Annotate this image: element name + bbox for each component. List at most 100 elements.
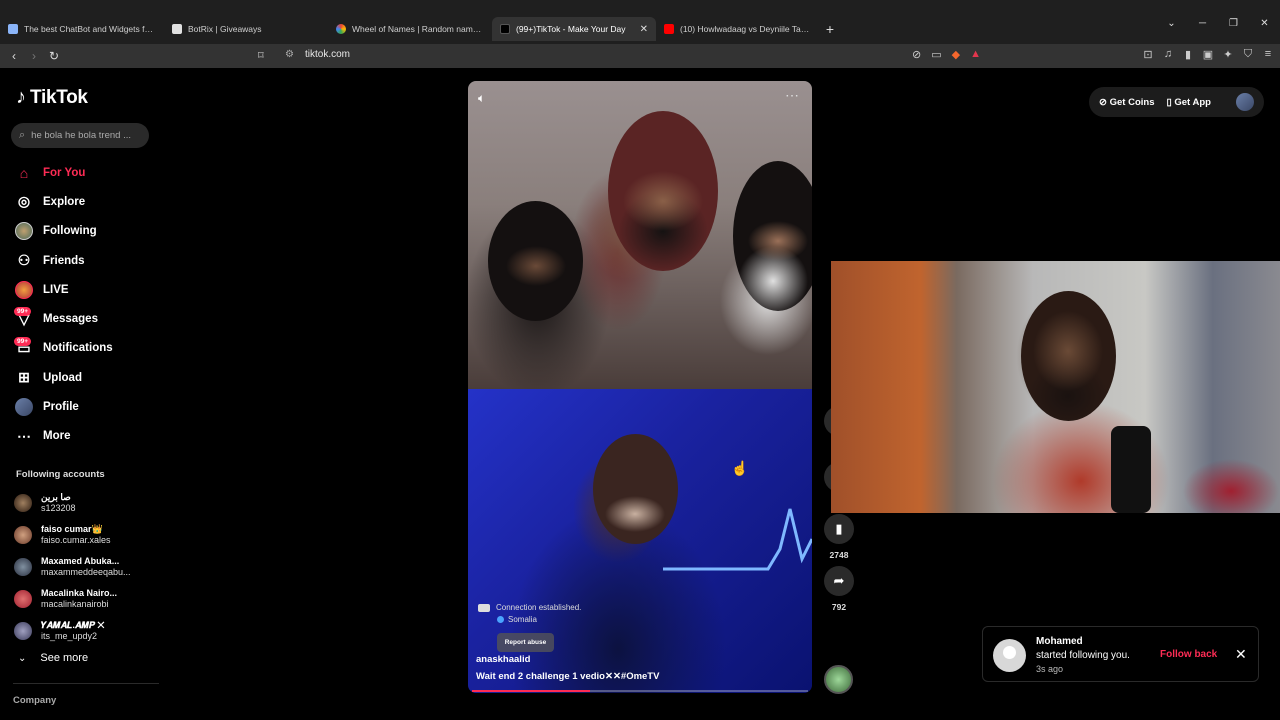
country-dot-icon <box>497 616 504 624</box>
sidebar-item-label: For You <box>43 166 86 179</box>
video-top-frame <box>468 81 812 389</box>
following-account[interactable]: faiso cumar👑 faiso.cumar.xales <box>14 519 131 551</box>
following-account[interactable]: صا برين s123208 <box>14 487 131 519</box>
face-left <box>488 201 583 321</box>
sidebar-item-notifications[interactable]: ▭ 99+ Notifications <box>14 334 113 363</box>
sidebar-item-profile[interactable]: Profile <box>14 392 113 421</box>
browser-tab-3[interactable]: Wheel of Names | Random name pic <box>328 17 492 41</box>
sidebar-item-explore[interactable]: ◎ Explore <box>14 187 113 216</box>
close-icon[interactable]: ✕ <box>1235 646 1247 663</box>
minimize-icon[interactable]: ─ <box>1187 18 1218 29</box>
maximize-icon[interactable]: ❐ <box>1218 18 1249 29</box>
tab-title: BotRix | Giveaways <box>188 24 262 34</box>
menu-icon[interactable]: ≡ <box>1262 48 1274 61</box>
see-more-button[interactable]: ⌄ See more <box>18 652 88 664</box>
video-author[interactable]: anaskhaalid <box>476 654 530 665</box>
sidebar-item-label: Explore <box>43 195 86 208</box>
account-handle: faiso.cumar.xales <box>41 535 111 545</box>
music-disc-icon[interactable] <box>824 665 853 694</box>
new-tab-button[interactable]: + <box>820 17 840 41</box>
share-action[interactable]: ➦ 792 <box>822 566 856 612</box>
search-box[interactable]: ⌕ <box>11 123 149 148</box>
video-player[interactable]: 🔈︎ ⋯ Connection established. Somalia Rep… <box>468 81 812 693</box>
more-icon: ⋯ <box>17 427 31 444</box>
leo-ai-icon[interactable]: ✦ <box>1222 48 1234 61</box>
browser-tab-4-active[interactable]: (99+)TikTok - Make Your Day ✕ <box>492 17 656 41</box>
sidebar-item-for-you[interactable]: ⌂ For You <box>14 158 113 187</box>
window-controls: ⌄ ─ ❐ ✕ <box>1156 18 1280 29</box>
favicon-icon <box>336 24 346 34</box>
video-progress-bar[interactable] <box>472 690 808 692</box>
sidebar-item-label: Upload <box>43 371 82 384</box>
flag-icon <box>478 603 490 612</box>
sidebar-item-label: Following <box>43 225 97 238</box>
avatar <box>14 494 32 512</box>
forward-icon[interactable]: › <box>24 49 44 63</box>
reload-icon[interactable]: ↻ <box>44 49 64 63</box>
save-action[interactable]: ▮ 2748 <box>822 514 856 560</box>
following-avatar-icon <box>14 221 34 241</box>
cast-icon[interactable]: ▭ <box>931 48 941 61</box>
no-translate-icon[interactable]: ⊘ <box>912 48 921 61</box>
browser-tab-5[interactable]: (10) Howlwadaag vs Deyniile Tartank <box>656 17 820 41</box>
account-name: صا برين <box>41 492 71 502</box>
sidebar-item-upload[interactable]: ⊞ Upload <box>14 363 113 392</box>
account-name: Maxamed Abuka... <box>41 556 120 566</box>
share-icon: ➦ <box>824 566 854 596</box>
address-bar-icons: ⊘ ▭ ◆ ▲ <box>912 48 981 61</box>
sidebar-item-label: Friends <box>43 254 85 267</box>
vpn-icon[interactable]: ⛉ <box>1242 48 1254 61</box>
browser-tab-2[interactable]: BotRix | Giveaways <box>164 17 328 41</box>
back-icon[interactable]: ‹ <box>4 49 24 63</box>
connection-status: Connection established. <box>478 603 581 612</box>
get-app-button[interactable]: ▯ Get App <box>1166 97 1210 108</box>
search-input[interactable] <box>31 130 140 141</box>
volume-icon[interactable]: 🔈︎ <box>478 91 485 106</box>
upload-icon: ⊞ <box>18 369 30 386</box>
user-avatar[interactable] <box>1236 93 1254 111</box>
brave-rewards-icon[interactable]: ▲ <box>970 48 981 61</box>
url-text[interactable]: tiktok.com <box>305 49 350 60</box>
tiktok-logo[interactable]: ♪ TikTok <box>16 86 88 109</box>
report-abuse-button[interactable]: Report abuse <box>497 633 554 652</box>
sidebar-item-label: Notifications <box>43 342 113 355</box>
sidebar-item-label: More <box>43 430 71 443</box>
get-coins-button[interactable]: ⊘ Get Coins <box>1099 97 1154 108</box>
favicon-icon <box>172 24 182 34</box>
bookmark-icon[interactable]: ⌑ <box>258 49 264 62</box>
following-account[interactable]: 𝒀𝑨𝑴𝑨𝑳.𝑨𝑴𝑷 ✕ its_me_updy2 <box>14 615 131 647</box>
browser-tab-1[interactable]: The best ChatBot and Widgets for Ki <box>0 17 164 41</box>
sidebar-item-following[interactable]: Following <box>14 217 113 246</box>
account-handle: s123208 <box>41 503 76 513</box>
site-info-icon[interactable]: ⚙ <box>285 49 294 60</box>
wallet-icon[interactable]: ▣ <box>1202 48 1214 61</box>
window-menu-icon[interactable]: ⌄ <box>1156 18 1187 29</box>
tab-strip: The best ChatBot and Widgets for Ki BotR… <box>0 17 840 43</box>
follow-back-button[interactable]: Follow back <box>1160 649 1217 660</box>
media-icon[interactable]: ♫ <box>1162 48 1174 61</box>
account-handle: its_me_updy2 <box>41 631 98 641</box>
close-tab-icon[interactable]: ✕ <box>640 24 648 35</box>
screenshot-icon[interactable]: ⊡ <box>1142 48 1154 61</box>
get-coins-label: Get Coins <box>1109 96 1155 108</box>
share-count: 792 <box>831 602 847 612</box>
following-account[interactable]: Macalinka Nairo... macalinkanairobi <box>14 583 131 615</box>
toast-message: started following you. <box>1036 650 1130 661</box>
sidebar-item-live[interactable]: LIVE <box>14 275 113 304</box>
youtube-favicon-icon <box>664 24 674 34</box>
sidebar-item-friends[interactable]: ⚇ Friends <box>14 246 113 275</box>
more-options-icon[interactable]: ⋯ <box>785 87 800 104</box>
avatar <box>993 639 1026 672</box>
brave-shield-icon[interactable]: ◆ <box>952 48 960 61</box>
sidebar-icon[interactable]: ▮ <box>1182 48 1194 61</box>
avatar <box>14 526 32 544</box>
sidebar-item-messages[interactable]: ▽ 99+ Messages <box>14 304 113 333</box>
tab-title: (99+)TikTok - Make Your Day <box>516 24 626 34</box>
account-handle: maxammeddeeqabu... <box>41 567 131 577</box>
favicon-icon <box>8 24 18 34</box>
avatar <box>14 590 32 608</box>
country-text: Somalia <box>508 615 537 624</box>
following-account[interactable]: Maxamed Abuka... maxammeddeeqabu... <box>14 551 131 583</box>
close-window-icon[interactable]: ✕ <box>1249 18 1280 29</box>
sidebar-item-more[interactable]: ⋯ More <box>14 422 113 451</box>
